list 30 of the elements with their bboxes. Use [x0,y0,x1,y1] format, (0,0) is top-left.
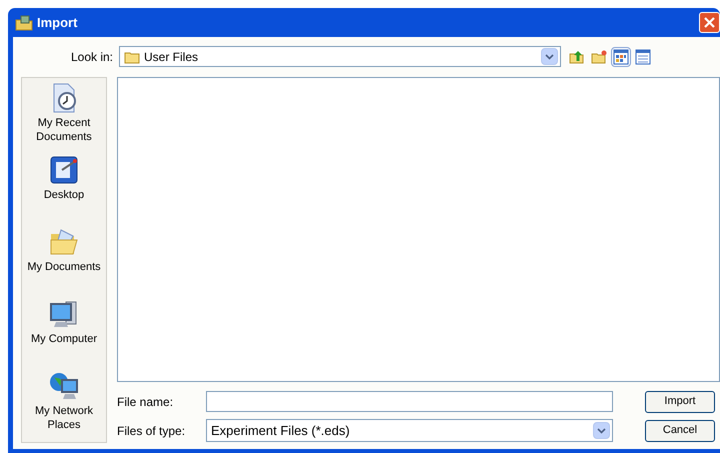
places-item[interactable]: My Computer [22,298,106,360]
close-button[interactable] [699,12,720,33]
toolbar-button[interactable] [633,46,653,66]
app-folder-icon [15,14,33,30]
window-title: Import [37,14,78,32]
grid-view-icon [613,48,629,64]
places-item[interactable]: Desktop [22,154,106,216]
close-icon [704,17,715,28]
look-in-value: User Files [144,48,200,66]
file-type-dropdown[interactable]: Experiment Files (*.eds) [206,419,613,442]
folder-up-icon [569,48,585,64]
toolbar-button[interactable] [611,46,631,66]
dropdown-caret-icon[interactable] [541,48,558,65]
new-folder-icon [591,48,607,64]
look-in-label: Look in: [70,48,114,66]
places-item[interactable]: My Recent Documents [22,82,106,144]
network-computer-icon [48,370,80,402]
file-name-field[interactable] [206,391,613,412]
file-name-label: File name: [117,394,174,410]
list-view-icon [635,48,651,64]
file-type-label: Files of type: [117,422,186,440]
desktop-icon [48,154,80,186]
file-type-value: Experiment Files (*.eds) [211,422,351,440]
folder-icon [124,50,140,64]
places-item[interactable]: My Network Places [22,370,106,432]
look-in-dropdown[interactable]: User Files [119,46,561,67]
import-button[interactable]: Import [645,390,715,412]
cancel-button[interactable]: Cancel [645,420,715,442]
dropdown-caret-icon[interactable] [593,422,610,439]
places-item[interactable]: My Documents [22,226,106,288]
